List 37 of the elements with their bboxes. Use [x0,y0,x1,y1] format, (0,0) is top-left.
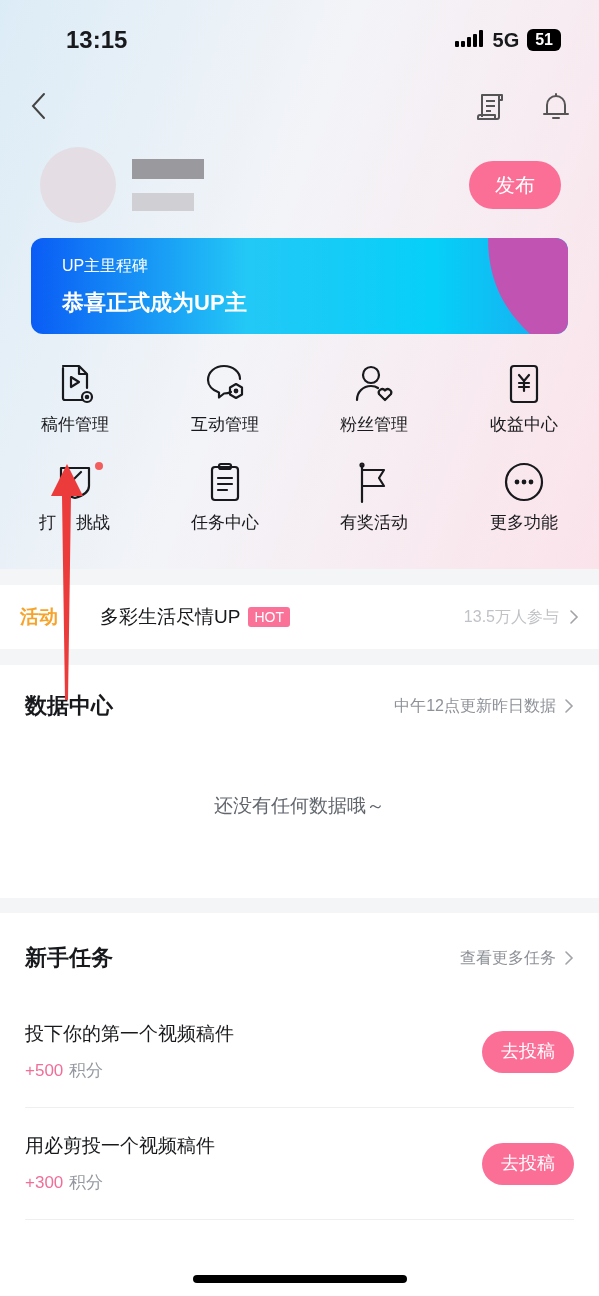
network-label: 5G [492,28,520,53]
tool-item[interactable]: 更多功能 [449,459,599,535]
task-points: +300 [25,1172,64,1194]
tool-item[interactable]: 任务中心 [149,459,300,535]
task-title: 用必剪投一个视频稿件 [25,1133,215,1158]
task-points: +500 [25,1060,64,1082]
redacted-name [132,159,204,179]
tool-item[interactable]: 稿件管理 [0,362,150,438]
chevron-icon [564,949,574,966]
tool-label: 打 [39,511,57,534]
activity-tag: 活动 [20,602,100,632]
points-unit: 积分 [69,1060,104,1082]
tool-label: 挑战 [76,511,111,534]
redacted-subtitle [132,193,194,211]
banner-title: 恭喜正式成为UP主 [62,288,248,317]
points-unit: 积分 [69,1172,104,1194]
notification-button[interactable] [541,91,571,121]
section-title: 数据中心 [25,692,113,720]
chevron-icon [564,697,574,714]
milestone-banner[interactable]: UP主里程碑 恭喜正式成为UP主 [31,238,568,334]
tool-item[interactable]: 有奖活动 [299,459,450,535]
banner-subtitle: UP主里程碑 [62,255,150,276]
activity-row[interactable]: 活动 多彩生活尽情UP HOT 13.5万人参与 [0,585,599,649]
status-time: 13:15 [66,25,128,55]
tool-item[interactable]: 粉丝管理 [299,362,450,438]
signal-icon [454,30,485,50]
tool-item[interactable]: 互动管理 [149,362,300,438]
tool-item[interactable]: 收益中心 [449,362,599,438]
section-title: 新手任务 [25,944,113,972]
battery-level: 51 [527,29,561,51]
empty-state-text: 还没有任何数据哦～ [214,794,385,818]
document-button[interactable] [475,91,505,121]
participant-count: 13.5万人参与 [463,607,559,627]
hot-badge: HOT [248,607,290,627]
task-title: 投下你的第一个视频稿件 [25,1021,234,1046]
activity-title: 多彩生活尽情UP [100,604,241,629]
chevron-icon [569,609,579,625]
